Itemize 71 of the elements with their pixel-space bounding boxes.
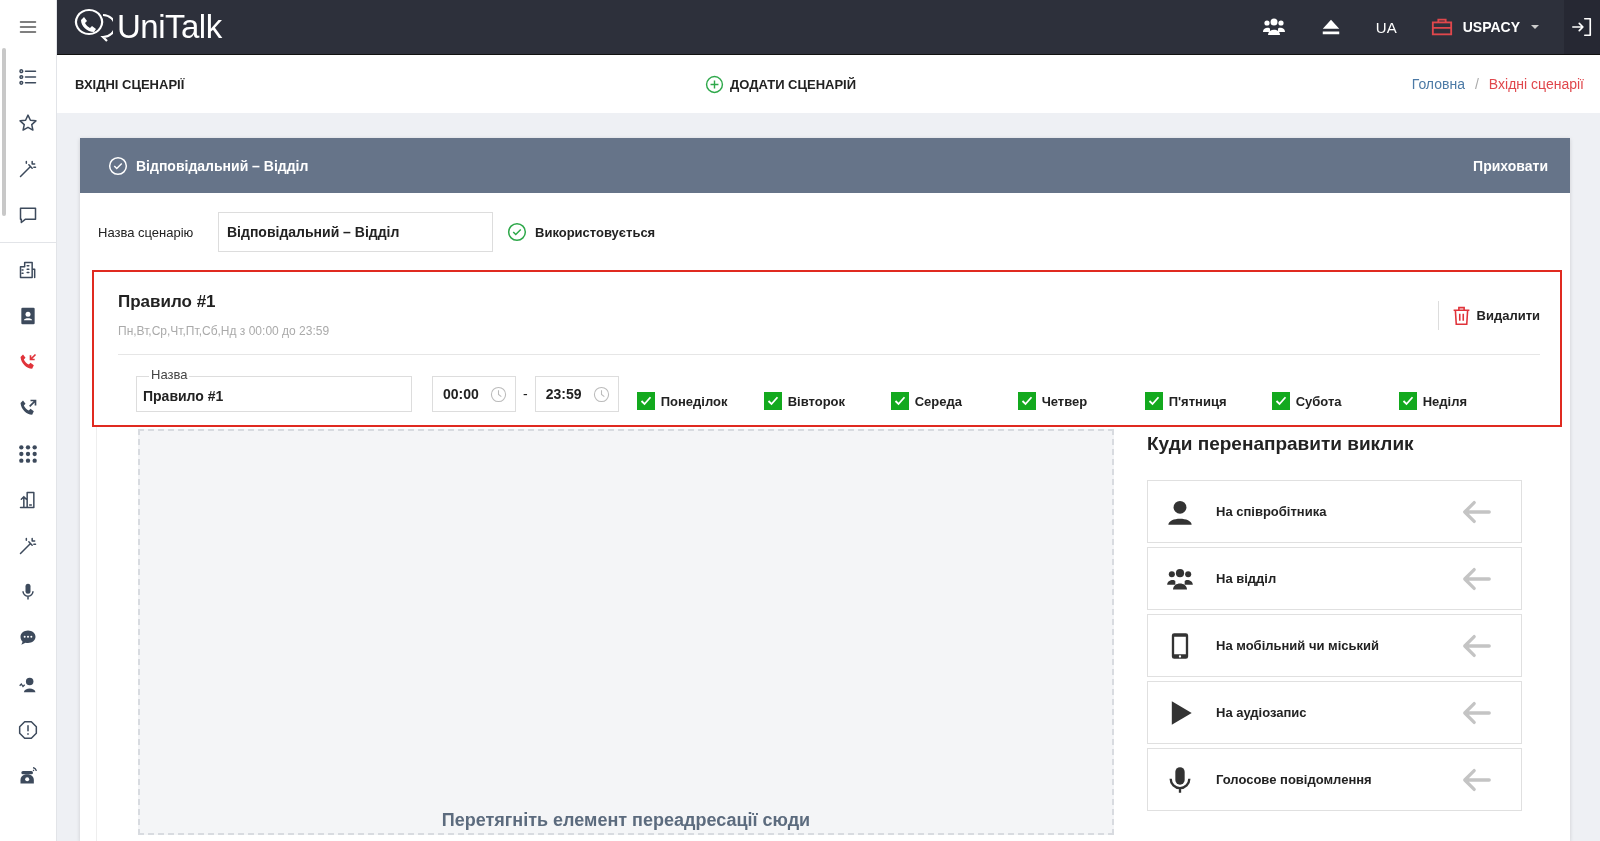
alert-icon bbox=[18, 720, 38, 740]
day-label: Четвер bbox=[1041, 393, 1088, 409]
checkbox[interactable] bbox=[1398, 392, 1417, 410]
outgoing-call-icon bbox=[18, 398, 38, 418]
incoming-call-icon bbox=[18, 352, 38, 372]
time-separator: - bbox=[523, 386, 528, 402]
delete-button[interactable]: Видалити bbox=[1437, 300, 1540, 330]
logout-button[interactable] bbox=[1564, 0, 1600, 54]
checkbox[interactable] bbox=[890, 392, 909, 410]
star-icon bbox=[18, 113, 38, 133]
redirect-option[interactable]: На співробітника bbox=[1147, 480, 1522, 543]
day-label: Вівторок bbox=[787, 393, 846, 409]
phone-transfer-icon bbox=[18, 490, 38, 510]
plus-circle-icon bbox=[705, 74, 724, 94]
magic-wand-icon bbox=[18, 159, 38, 179]
rule-summary: Пн,Вт,Ср,Чт,Пт,Сб,Нд з 00:00 до 23:59 bbox=[118, 324, 330, 338]
day-label: Субота bbox=[1295, 393, 1342, 409]
clock-icon bbox=[592, 385, 610, 403]
checkbox[interactable] bbox=[636, 392, 655, 410]
redirect-option[interactable]: Голосове повідомлення bbox=[1147, 748, 1522, 811]
check-icon bbox=[766, 395, 779, 407]
briefcase-icon bbox=[1430, 16, 1453, 38]
redirect-option[interactable]: На аудіозапис bbox=[1147, 681, 1522, 744]
redirect-option[interactable]: На відділ bbox=[1147, 547, 1522, 610]
breadcrumb-link[interactable]: Головна bbox=[1411, 76, 1465, 92]
day-label: Неділя bbox=[1422, 393, 1467, 409]
clock-icon bbox=[490, 385, 507, 403]
redirect-option[interactable]: На мобільний чи міський bbox=[1147, 614, 1522, 677]
company-dropdown[interactable]: USPACY bbox=[1430, 16, 1540, 38]
hide-button[interactable]: Приховати bbox=[1473, 157, 1548, 174]
checkbox[interactable] bbox=[1017, 392, 1036, 410]
building-icon bbox=[18, 260, 38, 280]
chat-bubble-icon bbox=[18, 628, 38, 648]
logo-text: UniTalk bbox=[117, 8, 222, 46]
magic-wand-icon bbox=[18, 536, 38, 556]
check-icon bbox=[1147, 395, 1160, 407]
grid-icon bbox=[18, 444, 38, 464]
day-label: Понеділок bbox=[660, 393, 728, 409]
check-icon bbox=[1274, 395, 1287, 407]
add-scenario-button[interactable]: ДОДАТИ СЦЕНАРІЙ bbox=[705, 74, 857, 94]
check-icon bbox=[1401, 395, 1414, 407]
check-icon bbox=[639, 395, 652, 407]
check-icon bbox=[1020, 395, 1033, 407]
section-title: Куди перенаправити виклик bbox=[1147, 433, 1415, 455]
checkbox[interactable] bbox=[763, 392, 782, 410]
list-icon bbox=[18, 67, 38, 87]
drop-hint: Перетягніть елемент переадресації сюди bbox=[441, 810, 811, 831]
checkbox[interactable] bbox=[1271, 392, 1290, 410]
language-button[interactable]: UA bbox=[1375, 18, 1397, 36]
time-from-field[interactable]: 00:00 bbox=[432, 376, 516, 412]
contacts-icon bbox=[18, 306, 38, 326]
time-to-field[interactable]: 23:59 bbox=[534, 376, 619, 412]
scrollbar[interactable] bbox=[2, 48, 6, 216]
page-title: ВХІДНІ СЦЕНАРІЇ bbox=[75, 76, 186, 92]
check-icon bbox=[893, 395, 906, 407]
breadcrumb-link[interactable]: Вхідні сценарії bbox=[1488, 76, 1584, 92]
field-label: Назва сценарію bbox=[98, 224, 195, 240]
checkbox[interactable] bbox=[1144, 392, 1163, 410]
day-label: П'ятниця bbox=[1168, 393, 1227, 409]
signal-phone-icon bbox=[18, 766, 38, 786]
check-circle-icon bbox=[108, 155, 128, 176]
status-label: Використовується bbox=[535, 224, 656, 240]
scenario-name-field[interactable]: Відповідальний – Відділ bbox=[218, 212, 493, 252]
caret-icon bbox=[1530, 22, 1540, 32]
day-label: Середа bbox=[914, 393, 962, 409]
scenario-title: Відповідальний – Відділ bbox=[136, 157, 309, 174]
drop-zone[interactable]: Перетягніть елемент переадресації сюди bbox=[138, 429, 1114, 835]
rule-title: Правило #1 bbox=[118, 292, 217, 312]
breadcrumb-separator: / bbox=[1474, 76, 1479, 92]
chat-icon bbox=[18, 205, 38, 225]
logout-icon bbox=[1571, 16, 1593, 38]
